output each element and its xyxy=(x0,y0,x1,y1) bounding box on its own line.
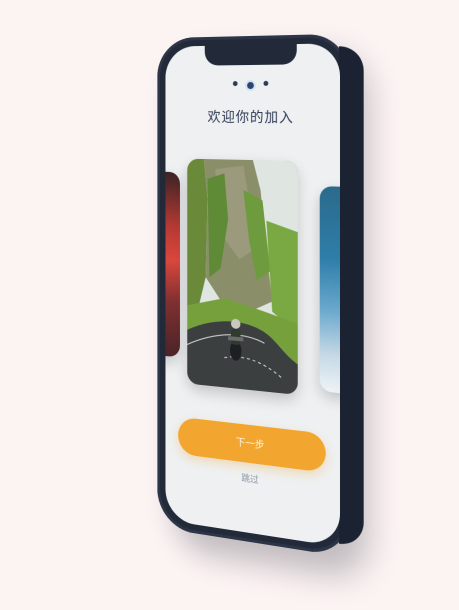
mockup-stage: 欢迎你的加入 下一步 跳过 xyxy=(0,0,459,610)
pagination-dot[interactable] xyxy=(232,81,238,87)
card-blue-sky[interactable] xyxy=(319,186,340,396)
next-button[interactable]: 下一步 xyxy=(178,416,326,473)
pagination-dot[interactable] xyxy=(262,80,268,86)
card-red-car[interactable] xyxy=(165,171,180,358)
phone-notch xyxy=(204,43,297,66)
phone-screen: 欢迎你的加入 下一步 跳过 xyxy=(165,43,340,547)
motorcycle-road-image xyxy=(187,158,298,395)
image-carousel[interactable] xyxy=(165,158,340,416)
card-motorcycle-road[interactable] xyxy=(187,158,298,395)
pagination-dot-active[interactable] xyxy=(244,79,256,92)
phone-mockup: 欢迎你的加入 下一步 跳过 xyxy=(157,33,364,558)
pagination-dots xyxy=(165,79,340,92)
phone-side-edge xyxy=(338,45,364,548)
page-title: 欢迎你的加入 xyxy=(207,109,294,127)
